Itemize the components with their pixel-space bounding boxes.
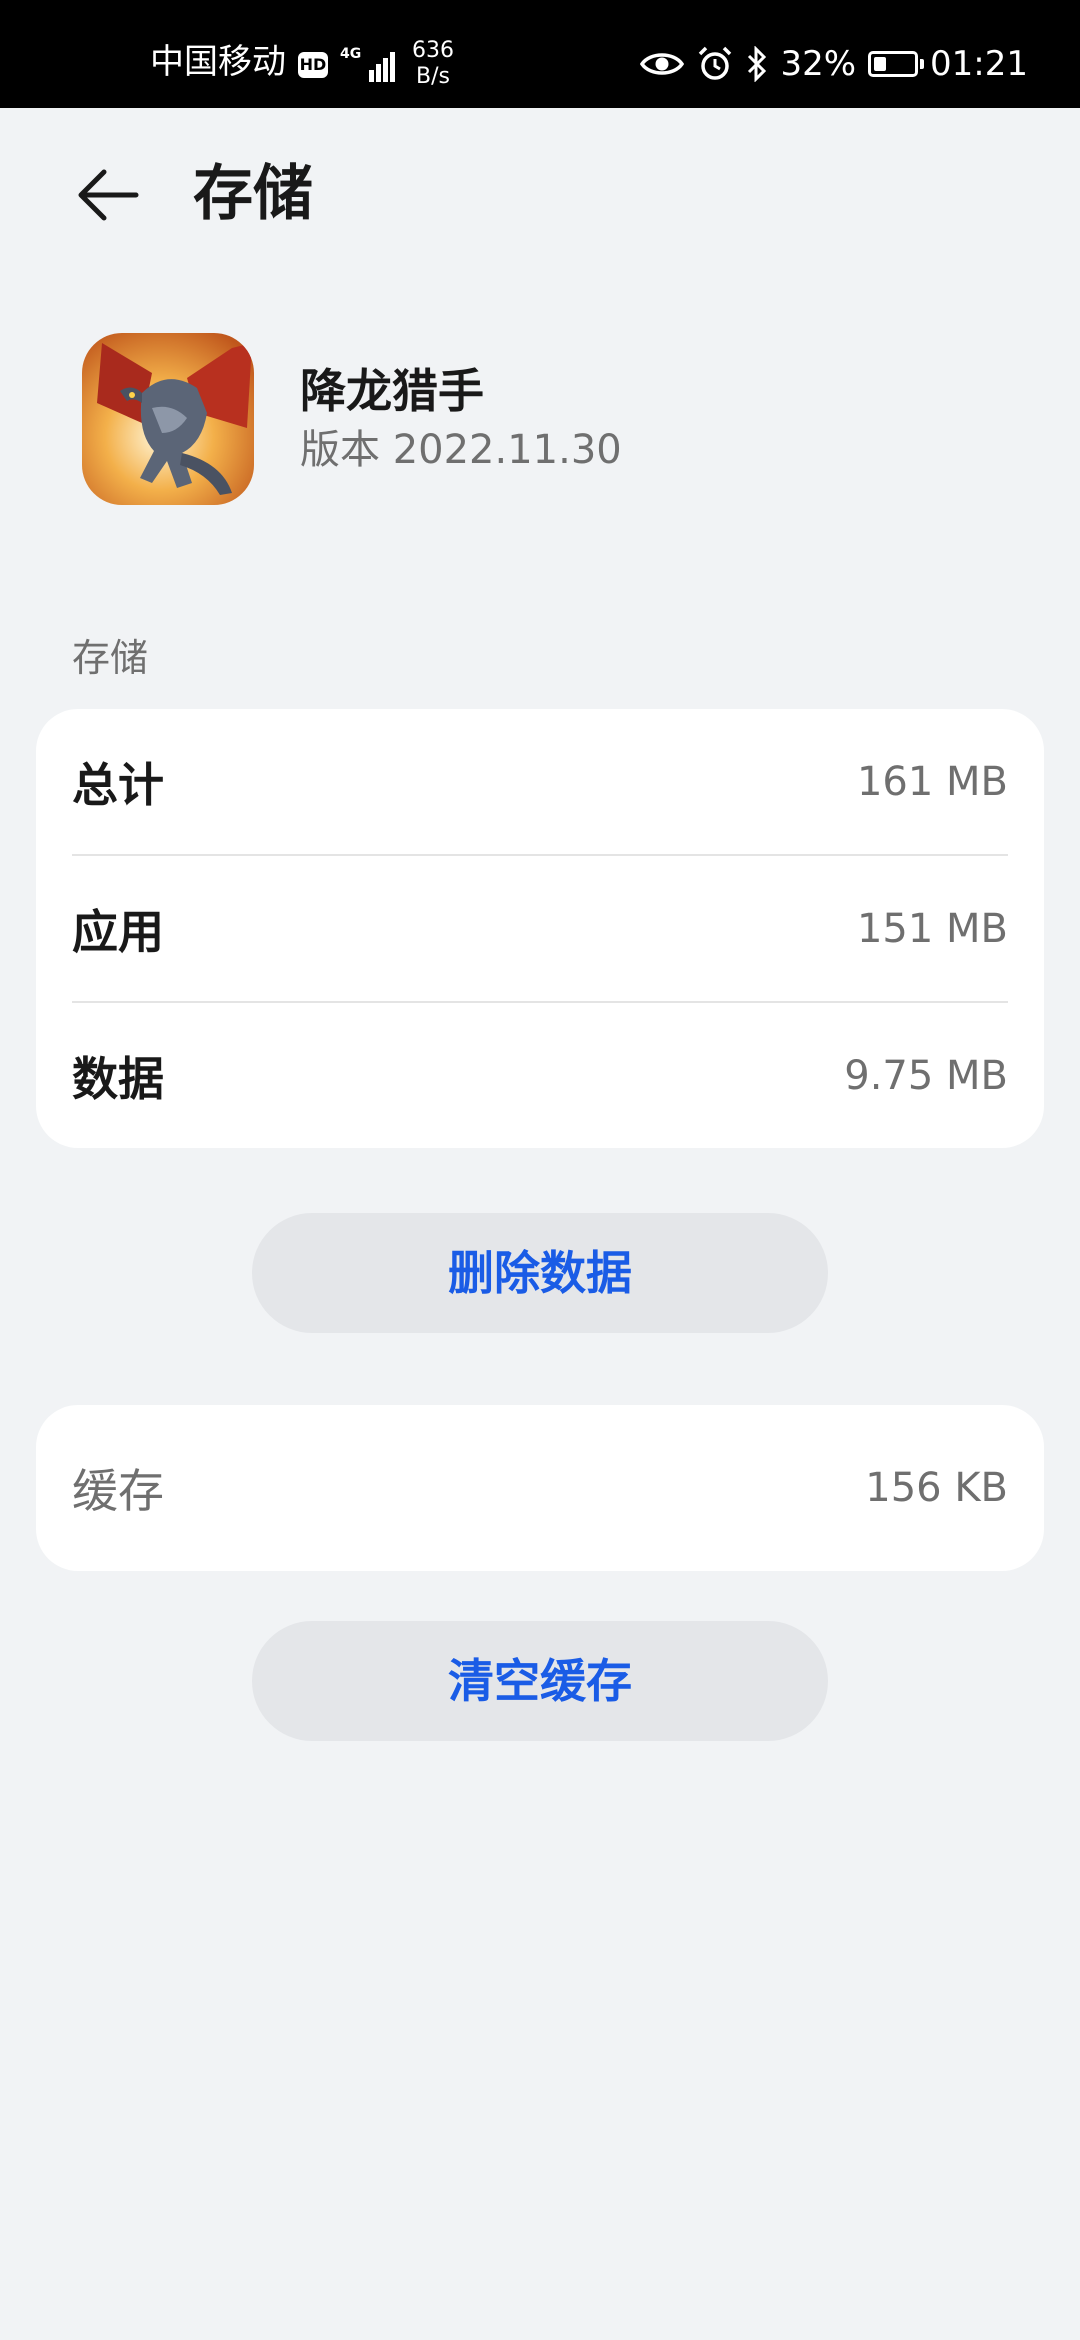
battery-percent: 32% (780, 44, 857, 84)
app-name: 降龙猎手 (300, 364, 484, 418)
cache-label: 缓存 (72, 1464, 164, 1518)
clear-cache-button[interactable]: 清空缓存 (252, 1621, 828, 1741)
row-label: 数据 (72, 1051, 164, 1106)
signal-icon (355, 48, 397, 82)
app-version: 版本 2022.11.30 (300, 427, 622, 473)
cache-value: 156 KB (865, 1465, 1008, 1511)
status-bar: 中国移动 HD 4G 636 B/s 32% 01:21 (0, 0, 1080, 108)
cache-card: 缓存 156 KB (36, 1405, 1044, 1571)
bluetooth-icon (746, 46, 768, 82)
speed-value: 636 (412, 38, 454, 63)
carrier-name: 中国移动 (150, 42, 286, 82)
battery-icon (868, 51, 925, 77)
back-arrow-icon[interactable] (72, 160, 142, 230)
delete-data-button[interactable]: 删除数据 (252, 1213, 828, 1333)
row-label: 应用 (72, 904, 164, 959)
page-title: 存储 (193, 159, 313, 229)
row-value: 151 MB (856, 905, 1008, 952)
network-speed: 636 B/s (412, 38, 454, 90)
clock: 01:21 (930, 44, 1028, 84)
row-label: 总计 (72, 757, 164, 812)
row-value: 161 MB (856, 758, 1008, 805)
eye-icon (640, 49, 685, 79)
storage-row-total: 总计 161 MB (72, 709, 1008, 854)
cache-row: 缓存 156 KB (72, 1405, 1008, 1571)
battery-level (874, 57, 887, 71)
dragon-app-icon (82, 333, 254, 505)
storage-row-data: 数据 9.75 MB (72, 1001, 1008, 1148)
alarm-icon (696, 45, 734, 83)
status-right: 32% 01:21 (640, 42, 1028, 86)
hd-badge: HD (298, 52, 328, 78)
storage-section-label: 存储 (72, 636, 149, 680)
row-value: 9.75 MB (844, 1052, 1008, 1099)
speed-unit: B/s (416, 64, 450, 89)
storage-card: 总计 161 MB 应用 151 MB 数据 9.75 MB (36, 709, 1044, 1148)
storage-row-app: 应用 151 MB (72, 854, 1008, 1001)
